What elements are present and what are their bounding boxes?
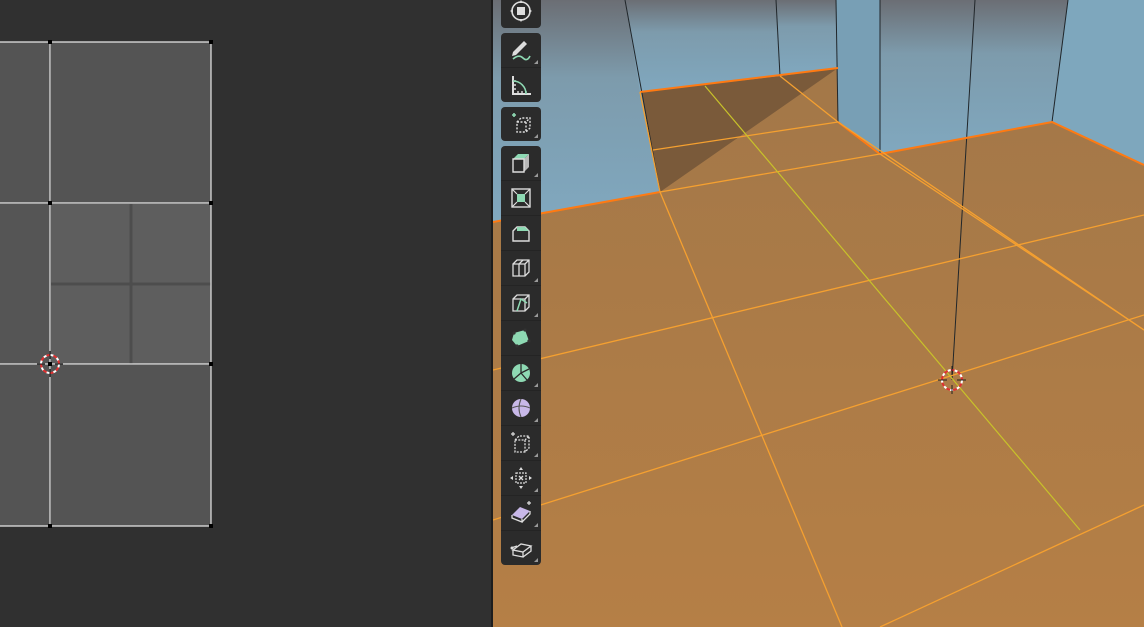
rip-region-icon xyxy=(510,543,533,558)
measure-tool-button[interactable] xyxy=(501,68,541,102)
3d-viewport[interactable] xyxy=(493,0,1144,627)
tool-group xyxy=(501,33,541,102)
add-cube-tool-button[interactable] xyxy=(501,107,541,141)
uv-face[interactable] xyxy=(51,42,211,203)
extrude-tool-button[interactable] xyxy=(501,146,541,181)
knife-icon xyxy=(512,294,530,312)
spin-icon xyxy=(512,364,530,382)
shear-tool-button[interactable] xyxy=(501,496,541,531)
smooth-tool-button[interactable] xyxy=(501,391,541,426)
inset-faces-icon xyxy=(511,188,531,208)
bevel-tool-button[interactable] xyxy=(501,216,541,251)
uv-face[interactable] xyxy=(0,365,50,526)
viewport-scene[interactable] xyxy=(493,0,1144,627)
uv-face[interactable] xyxy=(51,365,211,526)
bevel-icon xyxy=(512,226,530,242)
uv-face[interactable] xyxy=(0,42,50,203)
wall-face[interactable] xyxy=(776,0,838,76)
add-cube-icon xyxy=(512,113,531,133)
tool-group xyxy=(501,107,541,141)
inset-tool-button[interactable] xyxy=(501,181,541,216)
poly-build-tool-button[interactable] xyxy=(501,321,541,356)
tool-group xyxy=(501,146,541,565)
shear-icon xyxy=(511,501,531,523)
measure-ruler-icon xyxy=(512,76,531,95)
poly-build-icon xyxy=(512,328,531,348)
transform-tool-button[interactable] xyxy=(501,0,541,28)
rip-tool-button[interactable] xyxy=(501,531,541,565)
knife-tool-button[interactable] xyxy=(501,286,541,321)
uv-canvas[interactable] xyxy=(0,0,491,627)
annotate-pencil-icon xyxy=(512,41,531,61)
loop-cut-icon xyxy=(512,259,530,277)
uv-editor[interactable] xyxy=(0,0,491,627)
tool-group xyxy=(501,0,541,28)
uv-face[interactable] xyxy=(0,204,50,364)
edge-slide-icon xyxy=(511,432,530,453)
extrude-region-icon xyxy=(512,154,529,173)
edge-slide-tool-button[interactable] xyxy=(501,426,541,461)
transform-gizmo-icon xyxy=(510,0,532,22)
annotate-tool-button[interactable] xyxy=(501,33,541,68)
smooth-vertices-icon xyxy=(511,398,531,418)
spin-tool-button[interactable] xyxy=(501,356,541,391)
shrink-fatten-icon xyxy=(510,467,532,489)
tool-shelf xyxy=(501,0,541,570)
loop-cut-tool-button[interactable] xyxy=(501,251,541,286)
shrink-fatten-tool-button[interactable] xyxy=(501,461,541,496)
